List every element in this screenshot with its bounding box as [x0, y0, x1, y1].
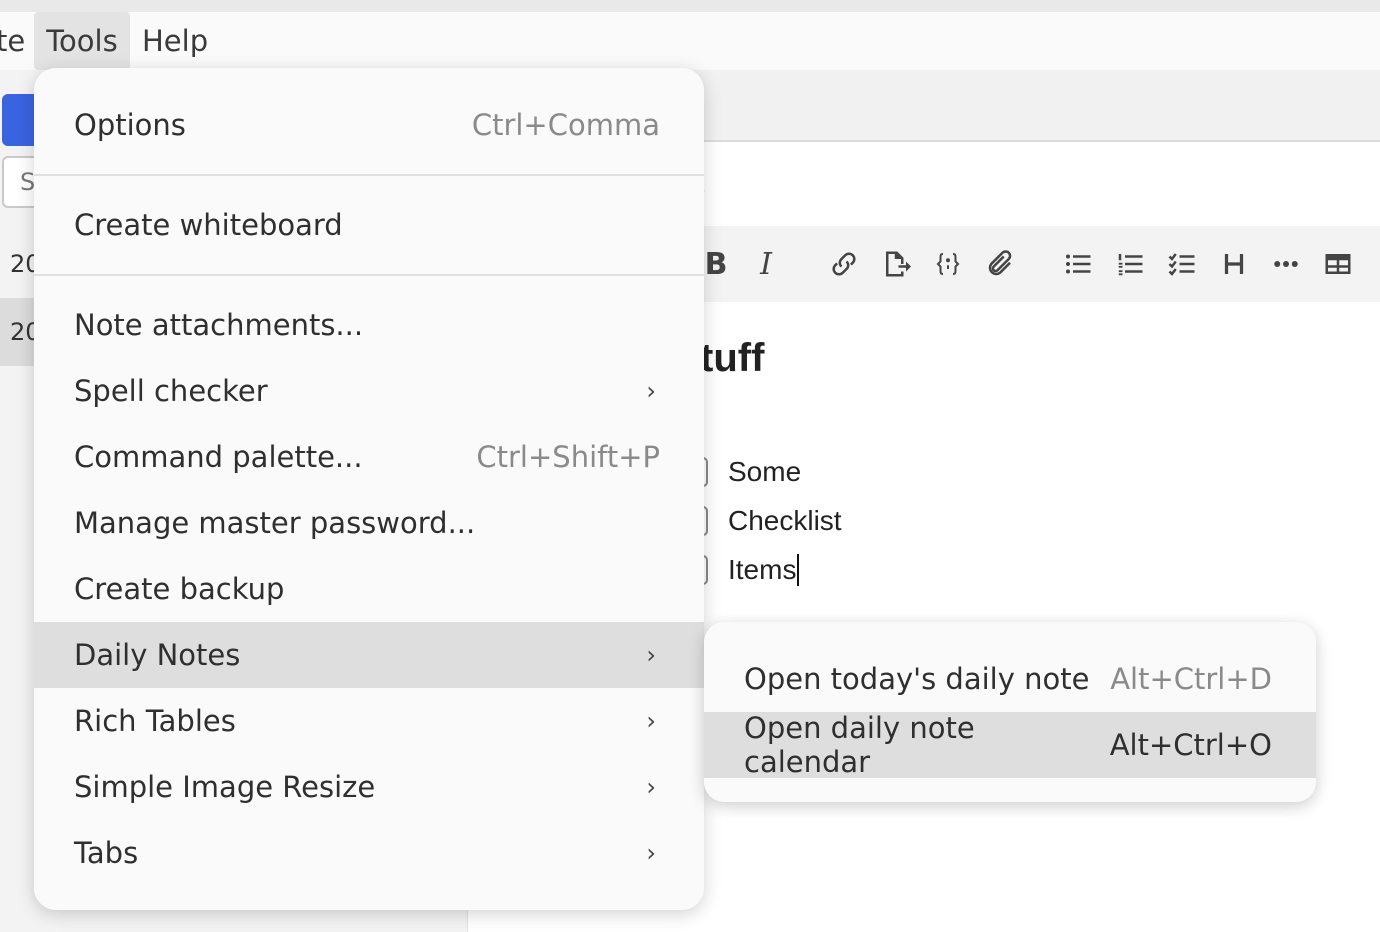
link-icon[interactable] — [824, 244, 864, 284]
checklist-item[interactable]: Items — [694, 550, 800, 590]
menu-item-label: Create backup — [74, 572, 285, 606]
chevron-right-icon: › — [646, 377, 656, 405]
menu-item-rich-tables[interactable]: Rich Tables › — [34, 688, 704, 754]
attachment-icon[interactable] — [980, 244, 1020, 284]
checklist-item-label: Items — [728, 554, 797, 585]
menu-item-label: Spell checker — [74, 374, 268, 408]
italic-button[interactable]: I — [746, 244, 786, 284]
menu-item-label: Manage master password... — [74, 506, 476, 540]
search-placeholder: S — [20, 168, 36, 196]
menu-item-shortcut: Alt+Ctrl+O — [1109, 728, 1272, 762]
menu-help[interactable]: Help — [142, 12, 208, 70]
heading-icon[interactable] — [1214, 244, 1254, 284]
menu-item-label: Options — [74, 108, 186, 142]
menu-item-note-attachments[interactable]: Note attachments... — [34, 292, 704, 358]
checklist-item[interactable]: Some — [694, 452, 801, 492]
checklist-item[interactable]: Checklist — [694, 501, 842, 541]
chevron-right-icon: › — [646, 641, 656, 669]
menu-item-shortcut: Alt+Ctrl+D — [1110, 662, 1272, 696]
menu-item-command-palette[interactable]: Command palette... Ctrl+Shift+P — [34, 424, 704, 490]
chevron-right-icon: › — [646, 707, 656, 735]
checklist-item-label: Some — [728, 456, 802, 487]
menu-item-create-whiteboard[interactable]: Create whiteboard — [34, 192, 704, 258]
menubar: te Tools Help — [0, 12, 1380, 70]
checklist-item-label: Checklist — [728, 505, 842, 536]
menu-item-open-todays-daily-note[interactable]: Open today's daily note Alt+Ctrl+D — [704, 646, 1316, 712]
menu-separator — [34, 274, 704, 276]
menu-item-open-daily-note-calendar[interactable]: Open daily note calendar Alt+Ctrl+O — [704, 711, 1316, 779]
menu-item-simple-image-resize[interactable]: Simple Image Resize › — [34, 754, 704, 820]
menu-item-shortcut: Ctrl+Comma — [471, 108, 660, 142]
menu-item-tabs[interactable]: Tabs › — [34, 820, 704, 886]
menu-separator — [34, 174, 704, 176]
note-heading[interactable]: tuff — [700, 336, 764, 381]
menu-item-create-backup[interactable]: Create backup — [34, 556, 704, 622]
menu-note[interactable]: te — [0, 12, 25, 70]
daily-notes-submenu: Open today's daily note Alt+Ctrl+D Open … — [704, 622, 1316, 802]
menu-tools[interactable]: Tools — [34, 12, 130, 70]
numbered-list-icon[interactable] — [1110, 244, 1150, 284]
menu-item-label: Open today's daily note — [744, 662, 1090, 696]
more-icon[interactable] — [1266, 244, 1306, 284]
menu-item-label: Command palette... — [74, 440, 363, 474]
table-icon[interactable] — [1318, 244, 1358, 284]
menu-item-daily-notes[interactable]: Daily Notes › — [34, 622, 704, 688]
menu-item-label: Daily Notes — [74, 638, 241, 672]
chevron-right-icon: › — [646, 773, 656, 801]
menu-item-label: Open daily note calendar — [744, 711, 975, 779]
menu-item-manage-master-password[interactable]: Manage master password... — [34, 490, 704, 556]
menu-item-label: Create whiteboard — [74, 208, 343, 242]
menu-item-label: Simple Image Resize — [74, 770, 376, 804]
insert-file-icon[interactable] — [876, 244, 916, 284]
menu-item-label: Tabs — [74, 836, 139, 870]
menu-item-spell-checker[interactable]: Spell checker › — [34, 358, 704, 424]
text-caret — [797, 554, 800, 586]
window-top-strip — [0, 0, 1380, 12]
menu-item-label: Note attachments... — [74, 308, 364, 342]
menu-item-label: Rich Tables — [74, 704, 236, 738]
menu-item-options[interactable]: Options Ctrl+Comma — [34, 92, 704, 158]
tools-menu: Options Ctrl+Comma Create whiteboard Not… — [34, 68, 704, 910]
code-block-icon[interactable] — [928, 244, 968, 284]
bullet-list-icon[interactable] — [1058, 244, 1098, 284]
checklist-icon[interactable] — [1162, 244, 1202, 284]
chevron-right-icon: › — [646, 839, 656, 867]
menu-item-shortcut: Ctrl+Shift+P — [476, 440, 660, 474]
